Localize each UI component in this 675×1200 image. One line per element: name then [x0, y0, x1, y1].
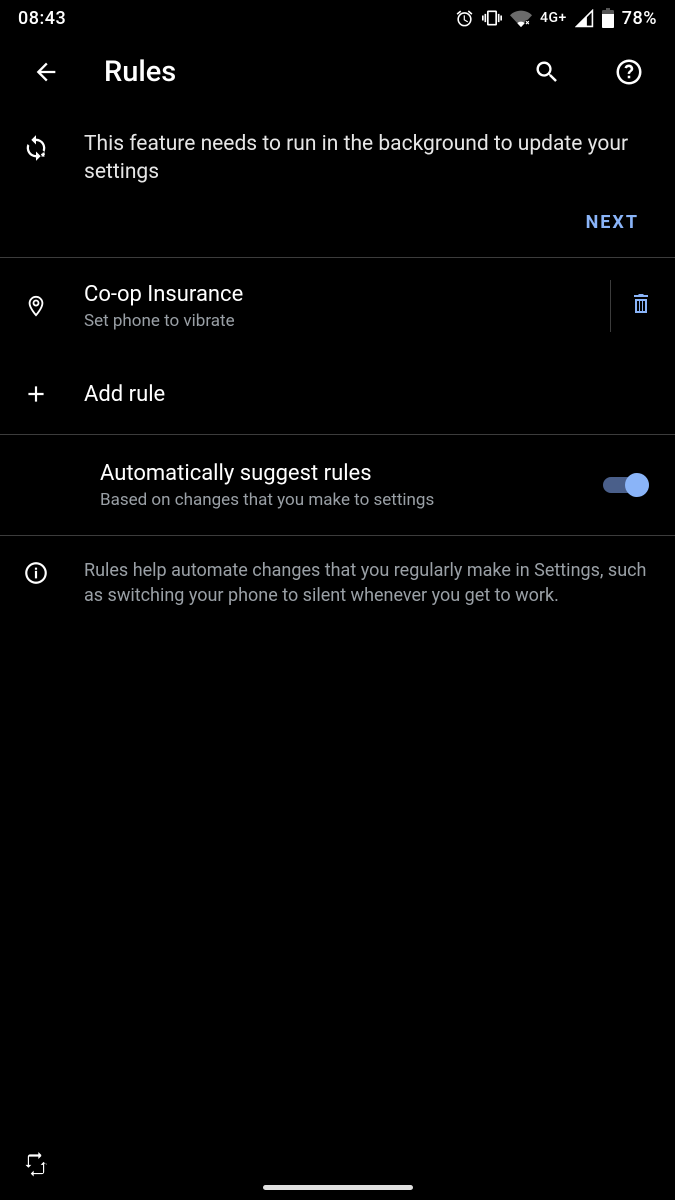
gesture-pill[interactable]: [263, 1185, 413, 1190]
battery-percent: 78%: [622, 8, 657, 29]
add-rule-item[interactable]: Add rule: [0, 354, 675, 434]
back-button[interactable]: [22, 48, 70, 96]
help-icon: [614, 57, 644, 87]
info-block: Rules help automate changes that you reg…: [0, 536, 675, 608]
navigation-bar: [0, 1136, 675, 1200]
background-permission-banner: This feature needs to run in the backgro…: [0, 108, 675, 186]
battery-icon: [602, 8, 614, 28]
rule-item[interactable]: Co-op Insurance Set phone to vibrate: [0, 258, 675, 354]
network-type-label: 4G+: [540, 10, 567, 26]
rules-sync-icon: [22, 134, 50, 162]
status-icons: 4G+ 78%: [455, 8, 657, 29]
rotate-suggestion-button[interactable]: [22, 1152, 50, 1184]
wifi-icon: [510, 8, 532, 28]
next-button[interactable]: NEXT: [580, 202, 645, 243]
search-icon: [533, 58, 561, 86]
auto-suggest-subtitle: Based on changes that you make to settin…: [100, 490, 569, 510]
info-icon: [23, 560, 49, 586]
rule-subtitle: Set phone to vibrate: [84, 311, 568, 331]
auto-suggest-title: Automatically suggest rules: [100, 461, 569, 486]
search-button[interactable]: [523, 48, 571, 96]
add-rule-label: Add rule: [84, 382, 653, 407]
page-title: Rules: [104, 55, 489, 89]
alarm-icon: [455, 9, 474, 28]
trash-icon: [629, 291, 653, 317]
banner-message: This feature needs to run in the backgro…: [84, 130, 653, 186]
arrow-back-icon: [32, 58, 60, 86]
status-bar: 08:43 4G+ 78%: [0, 0, 675, 36]
app-bar: Rules: [0, 36, 675, 108]
location-pin-icon: [25, 292, 47, 320]
auto-suggest-switch[interactable]: [603, 471, 649, 499]
vertical-separator: [610, 280, 611, 332]
vibrate-icon: [482, 8, 502, 28]
plus-icon: [23, 381, 49, 407]
delete-rule-button[interactable]: [629, 291, 653, 321]
help-button[interactable]: [605, 48, 653, 96]
rule-title: Co-op Insurance: [84, 282, 568, 307]
signal-icon: [575, 9, 594, 28]
auto-suggest-item[interactable]: Automatically suggest rules Based on chan…: [0, 435, 675, 535]
status-time: 08:43: [18, 8, 66, 29]
info-text: Rules help automate changes that you reg…: [84, 558, 653, 608]
rotate-icon: [22, 1152, 50, 1180]
